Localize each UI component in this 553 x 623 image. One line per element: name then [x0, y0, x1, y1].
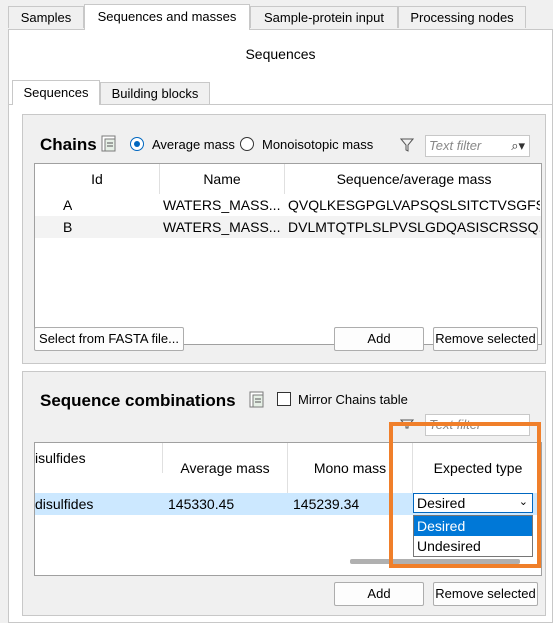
copy-icon[interactable] [101, 135, 117, 153]
monoisotopic-mass-label: Monoisotopic mass [262, 137, 374, 152]
column-header-mono-mass[interactable]: Mono mass [288, 443, 413, 493]
tab-samples[interactable]: Samples [8, 6, 84, 28]
mirror-chains-checkbox[interactable] [277, 392, 291, 406]
expected-type-select[interactable]: Desired ⌄ [413, 493, 533, 513]
filter-icon[interactable] [399, 417, 415, 432]
cell-mono-mass: 145239.34 [293, 496, 360, 512]
tab-sequences-and-masses[interactable]: Sequences and masses [84, 4, 250, 30]
search-dropdown-icon[interactable]: ⌕▾ [511, 136, 525, 156]
tab-processing-nodes[interactable]: Processing nodes [398, 6, 526, 28]
subtab-building-blocks[interactable]: Building blocks [100, 82, 210, 104]
cell-id: B [63, 219, 73, 235]
dropdown-option-desired[interactable]: Desired [414, 516, 532, 536]
horizontal-scrollbar[interactable] [350, 559, 520, 564]
combinations-remove-selected-button[interactable]: Remove selected [433, 582, 538, 606]
table-row[interactable]: B WATERS_MASS... DVLMTQTPLSLPVSLGDQASISC… [35, 216, 541, 238]
tab-sample-protein-input[interactable]: Sample-protein input [250, 6, 398, 28]
cell-sequence: DVLMTQTPLSLPVSLGDQASISCRSSQ... [288, 219, 540, 235]
copy-icon[interactable] [249, 391, 265, 409]
filter-icon[interactable] [399, 138, 415, 155]
mirror-chains-label: Mirror Chains table [298, 392, 408, 407]
column-header-sequence[interactable]: Sequence/average mass [285, 164, 541, 194]
column-header-expected-type[interactable]: Expected type [413, 443, 541, 493]
expected-type-dropdown-list[interactable]: Desired Undesired [413, 515, 533, 557]
chevron-down-icon: ⌄ [518, 496, 528, 508]
chains-text-filter-input[interactable]: Text filter ⌕▾ [425, 135, 530, 157]
cell-name: WATERS_MASS... [163, 219, 281, 235]
table-row[interactable]: A WATERS_MASS... QVQLKESGPGLVAPSQSLSITCT… [35, 194, 541, 216]
dropdown-option-undesired[interactable]: Undesired [414, 536, 532, 556]
chains-remove-selected-button[interactable]: Remove selected [433, 327, 538, 351]
combinations-text-filter-input[interactable]: Text filter [425, 414, 530, 436]
monoisotopic-mass-radio[interactable] [240, 137, 254, 151]
cell-id: A [63, 197, 73, 213]
sequence-combinations-title: Sequence combinations [40, 391, 236, 410]
column-header-average-mass[interactable]: Average mass [163, 443, 288, 493]
cell-sequence: QVQLKESGPGLVAPSQSLSITCTVSGFS... [288, 197, 540, 213]
subtab-sequences[interactable]: Sequences [12, 80, 100, 105]
average-mass-radio[interactable] [130, 137, 144, 151]
cell-name: WATERS_MASS... [163, 197, 281, 213]
column-header-name[interactable]: Name [160, 164, 285, 194]
combinations-add-button[interactable]: Add [334, 582, 424, 606]
chains-table[interactable]: Id Name Sequence/average mass A WATERS_M… [34, 163, 542, 345]
select-from-fasta-button[interactable]: Select from FASTA file... [34, 327, 184, 351]
column-header-disulfides[interactable]: isulfides [35, 443, 163, 473]
page-title: Sequences [245, 46, 316, 62]
expected-type-value: Desired [417, 495, 466, 511]
cell-disulfides: disulfides [35, 496, 94, 512]
average-mass-label: Average mass [152, 137, 235, 152]
cell-average-mass: 145330.45 [168, 496, 235, 512]
chains-add-button[interactable]: Add [334, 327, 424, 351]
chains-title: Chains [40, 135, 97, 154]
column-header-id[interactable]: Id [35, 164, 160, 194]
